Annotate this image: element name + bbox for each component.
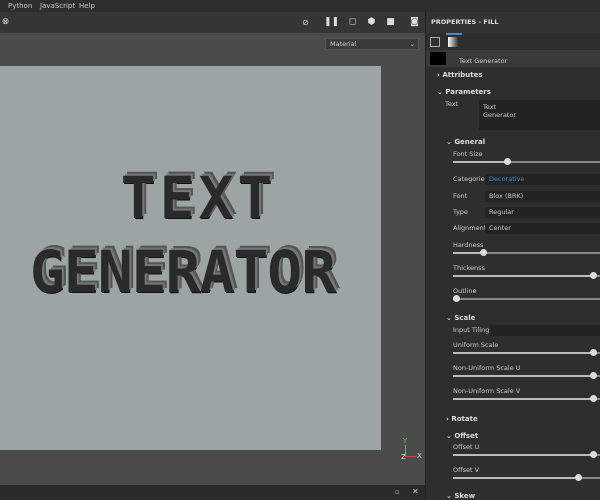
section-label: Parameters xyxy=(445,88,491,96)
field-label: Alignment xyxy=(453,224,487,232)
bottom-bar: ▫ ✕ xyxy=(0,485,425,500)
reset-view-icon[interactable]: ⊗ xyxy=(0,17,11,28)
text-input[interactable]: Text Generator xyxy=(479,100,600,130)
slider-fill xyxy=(453,375,593,377)
text-line: Text xyxy=(483,103,497,111)
gradient-tab-icon[interactable] xyxy=(448,37,458,47)
field-label: Categorie xyxy=(453,175,485,183)
panel-header: PROPERTIES - FILL xyxy=(426,12,600,33)
field-label: Font xyxy=(453,192,468,200)
render-canvas[interactable]: TEXT GENERATOR xyxy=(0,66,381,450)
slider-fill xyxy=(453,252,483,254)
menu-python[interactable]: Python xyxy=(8,2,32,10)
hide-icon[interactable]: ⊘ xyxy=(300,17,311,28)
resource-name: Text Generator xyxy=(459,57,508,65)
slider-knob[interactable] xyxy=(453,295,460,302)
slider-knob[interactable] xyxy=(589,451,597,458)
graph-icon[interactable] xyxy=(430,37,440,47)
axis-x-line xyxy=(405,456,417,457)
camera-view-icon[interactable]: ◻ xyxy=(347,17,358,28)
slider-label: Font Size xyxy=(453,150,483,158)
slider[interactable] xyxy=(453,295,600,302)
slider-knob[interactable] xyxy=(480,249,487,256)
slider-fill xyxy=(453,352,593,354)
menu-javascript[interactable]: JavaScript xyxy=(40,2,75,10)
slider-fill xyxy=(453,161,507,163)
axis-x-label: X xyxy=(417,452,422,460)
section-parameters[interactable]: ⌄ Parameters xyxy=(437,88,491,96)
close-icon[interactable]: ✕ xyxy=(412,487,419,496)
text-label: Text xyxy=(445,100,459,108)
slider-label: Uniform Scale xyxy=(453,341,499,349)
text-line: Generator xyxy=(483,111,517,119)
material-select-value: Material xyxy=(330,40,357,48)
pause-icon[interactable]: ❚❚ xyxy=(324,17,339,28)
axis-z-label: Z xyxy=(401,453,406,461)
slider-label: Thickenss xyxy=(453,264,485,272)
slider-label: Non-Uniform Scale U xyxy=(453,364,521,372)
section-label: Rotate xyxy=(451,415,478,423)
section-label: Skew xyxy=(454,492,476,500)
section-rotate[interactable]: › Rotate xyxy=(446,415,478,423)
slider[interactable] xyxy=(453,249,600,256)
section-scale[interactable]: ⌄ Scale xyxy=(446,314,475,322)
slider-label: Hardness xyxy=(453,241,484,249)
slider-knob[interactable] xyxy=(574,474,582,481)
slider[interactable] xyxy=(453,158,600,165)
slider-label: Offset U xyxy=(453,443,480,451)
slider-fill xyxy=(453,454,593,456)
active-tab-indicator xyxy=(446,33,462,35)
viewport-toolbar: ⊗ ⊘ ❚❚ ◻ ⬢ ■ ◙ xyxy=(0,12,425,33)
section-attributes[interactable]: › Attributes xyxy=(437,71,483,79)
slider[interactable] xyxy=(453,474,600,481)
menu-help[interactable]: Help xyxy=(79,2,95,10)
field-dropdown[interactable]: Regular xyxy=(485,207,600,218)
resource-thumbnail xyxy=(430,52,446,65)
section-label: Attributes xyxy=(442,71,483,79)
section-label: Scale xyxy=(454,314,476,322)
cube-icon[interactable]: ⬢ xyxy=(366,17,377,28)
slider[interactable] xyxy=(453,395,600,402)
chevron-down-icon: ⌄ xyxy=(409,40,415,48)
screenshot-icon[interactable]: ◙ xyxy=(409,17,420,28)
slider-knob[interactable] xyxy=(589,395,597,402)
slider[interactable] xyxy=(453,372,600,379)
slider-fill xyxy=(453,398,593,400)
section-offset[interactable]: ⌄ Offset xyxy=(446,432,478,440)
slider[interactable] xyxy=(453,272,600,279)
maximize-icon[interactable]: ▫ xyxy=(395,488,400,496)
slider-fill xyxy=(453,275,593,277)
field-label: Type xyxy=(453,208,468,216)
field-dropdown[interactable]: Decorative xyxy=(485,174,600,185)
section-skew[interactable]: ⌄ Skew xyxy=(446,492,475,500)
slider-knob[interactable] xyxy=(589,372,597,379)
slider[interactable] xyxy=(453,451,600,458)
resource-row[interactable]: Text Generator xyxy=(426,50,600,67)
field-dropdown[interactable]: Center xyxy=(485,223,600,234)
input-tiling-field[interactable] xyxy=(490,325,600,336)
slider-label: Non-Uniform Scale V xyxy=(453,387,521,395)
field-dropdown[interactable]: Blox (BRK) xyxy=(485,191,600,202)
menu-bar: Python JavaScript Help xyxy=(0,0,600,12)
slider-knob[interactable] xyxy=(589,349,597,356)
slider-fill xyxy=(453,477,578,479)
section-label: General xyxy=(454,138,486,146)
material-select[interactable]: Material ⌄ xyxy=(325,38,419,50)
axis-gizmo: Y X Z xyxy=(400,437,425,462)
properties-panel: PROPERTIES - FILL Text Generator › Attri… xyxy=(425,12,600,500)
canvas-text-line1: TEXT xyxy=(120,164,277,232)
slider[interactable] xyxy=(453,349,600,356)
slider-knob[interactable] xyxy=(589,272,597,279)
slider-label: Offset V xyxy=(453,466,480,474)
panel-title: PROPERTIES - FILL xyxy=(431,18,499,26)
video-icon[interactable]: ■ xyxy=(385,17,396,28)
section-general[interactable]: ⌄ General xyxy=(446,138,485,146)
input-tiling-label: Input Tiling xyxy=(453,326,490,334)
section-label: Offset xyxy=(454,432,479,440)
slider-label: Outline xyxy=(453,287,477,295)
axis-y-label: Y xyxy=(403,437,408,445)
slider-knob[interactable] xyxy=(504,158,511,165)
canvas-text-line2: GENERATOR xyxy=(29,238,336,306)
